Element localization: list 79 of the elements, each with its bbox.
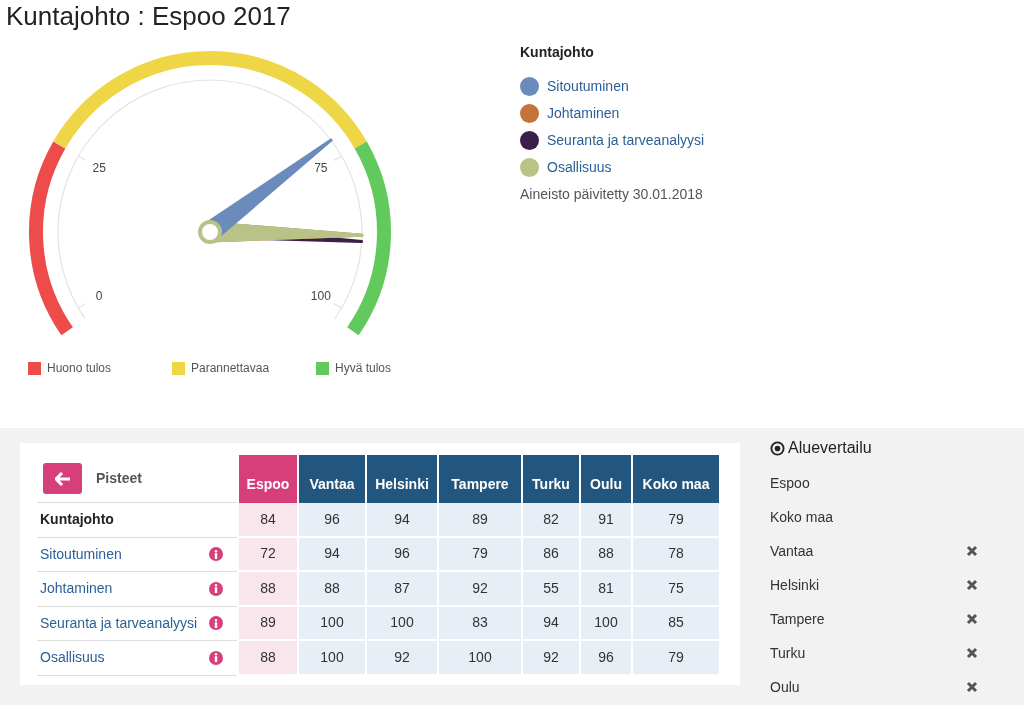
measure-link[interactable]: Johtaminen bbox=[40, 578, 113, 600]
series-link[interactable]: Seuranta ja tarveanalyysi bbox=[547, 130, 705, 151]
table-cell: 81 bbox=[581, 572, 631, 607]
table-cell: 84 bbox=[239, 503, 297, 538]
area-item: Turku bbox=[770, 643, 806, 663]
table-cell: 94 bbox=[367, 503, 437, 538]
table-cell: 92 bbox=[523, 641, 579, 676]
table-cell: 88 bbox=[299, 572, 365, 607]
table-cell: 75 bbox=[633, 572, 719, 607]
table-cell: 89 bbox=[239, 606, 297, 641]
table-cell: 85 bbox=[633, 606, 719, 641]
area-item: Oulu bbox=[770, 677, 800, 697]
table-title: Pisteet bbox=[96, 469, 142, 488]
info-icon[interactable] bbox=[209, 547, 223, 562]
area-item: Koko maa bbox=[770, 507, 834, 527]
remove-icon[interactable] bbox=[966, 681, 978, 693]
area-item: Espoo bbox=[770, 473, 810, 493]
row-label: Kuntajohto bbox=[40, 510, 114, 530]
legend-label: Parannettavaa bbox=[191, 360, 270, 377]
column-header: Tampere bbox=[439, 455, 521, 503]
table-cell: 100 bbox=[581, 606, 631, 641]
table-cell: 82 bbox=[523, 503, 579, 538]
column-header: Espoo bbox=[239, 455, 297, 503]
gauge-drawing: 25 75 0 100 bbox=[0, 40, 420, 340]
table-cell: 89 bbox=[439, 503, 521, 538]
radio-icon bbox=[770, 440, 785, 456]
legend-label: Huono tulos bbox=[47, 360, 112, 377]
column-header: Helsinki bbox=[367, 455, 437, 503]
table-cell: 92 bbox=[439, 572, 521, 607]
table-cell: 91 bbox=[581, 503, 631, 538]
legend-title: Kuntajohto bbox=[520, 43, 595, 62]
measure-link[interactable]: Osallisuus bbox=[40, 647, 105, 669]
update-date: Aineisto päivitetty 30.01.2018 bbox=[520, 185, 704, 204]
table-cell: 100 bbox=[299, 606, 365, 641]
remove-icon[interactable] bbox=[966, 545, 978, 557]
remove-icon[interactable] bbox=[966, 579, 978, 591]
series-link[interactable]: Osallisuus bbox=[547, 157, 612, 178]
info-icon[interactable] bbox=[209, 581, 223, 596]
table-cell: 79 bbox=[633, 503, 719, 538]
table-cell: 55 bbox=[523, 572, 579, 607]
info-icon[interactable] bbox=[209, 650, 223, 665]
table-cell: 94 bbox=[523, 606, 579, 641]
measure-link[interactable]: Seuranta ja tarveanalyysi bbox=[40, 612, 198, 634]
table-cell: 100 bbox=[439, 641, 521, 676]
table-cell: 78 bbox=[633, 537, 719, 572]
column-header: Oulu bbox=[581, 455, 631, 503]
table-cell: 88 bbox=[239, 641, 297, 676]
back-button[interactable] bbox=[43, 463, 82, 494]
table-cell: 100 bbox=[367, 606, 437, 641]
series-link[interactable]: Johtaminen bbox=[547, 103, 620, 124]
measure-link[interactable]: Sitoutuminen bbox=[40, 543, 122, 565]
area-item: Vantaa bbox=[770, 541, 814, 561]
legend-label: Hyvä tulos bbox=[335, 360, 392, 377]
column-header: Vantaa bbox=[299, 455, 365, 503]
info-icon[interactable] bbox=[209, 616, 223, 631]
table-cell: 72 bbox=[239, 537, 297, 572]
remove-icon[interactable] bbox=[966, 613, 978, 625]
column-header: Turku bbox=[523, 455, 579, 503]
series-link[interactable]: Sitoutuminen bbox=[547, 76, 629, 97]
area-item: Tampere bbox=[770, 609, 825, 629]
table-cell: 100 bbox=[299, 641, 365, 676]
table-cell: 87 bbox=[367, 572, 437, 607]
table-cell: 79 bbox=[633, 641, 719, 676]
table-cell: 92 bbox=[367, 641, 437, 676]
table-cell: 94 bbox=[299, 537, 365, 572]
remove-icon[interactable] bbox=[966, 647, 978, 659]
table-cell: 96 bbox=[581, 641, 631, 676]
table-cell: 88 bbox=[239, 572, 297, 607]
page-title: Kuntajohto : Espoo 2017 bbox=[6, 0, 291, 32]
arrow-left-icon bbox=[54, 471, 71, 486]
area-item: Helsinki bbox=[770, 575, 819, 595]
column-header: Koko maa bbox=[633, 455, 719, 503]
table-cell: 83 bbox=[439, 606, 521, 641]
table-cell: 96 bbox=[299, 503, 365, 538]
table-cell: 79 bbox=[439, 537, 521, 572]
panel-title: Aluevertailu bbox=[788, 438, 872, 458]
table-cell: 86 bbox=[523, 537, 579, 572]
table-cell: 88 bbox=[581, 537, 631, 572]
table-cell: 96 bbox=[367, 537, 437, 572]
